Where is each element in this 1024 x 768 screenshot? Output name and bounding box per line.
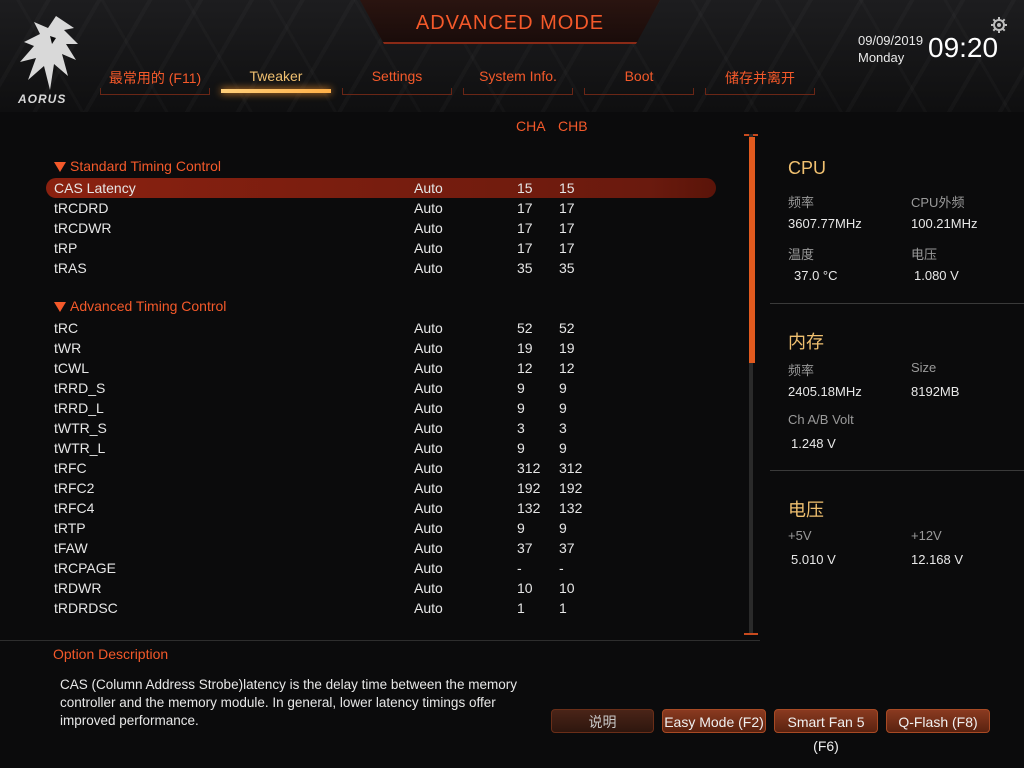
table-row[interactable]: tRRD_L Auto 9 9	[46, 398, 716, 418]
table-row[interactable]: tRFC2 Auto 192 192	[46, 478, 716, 498]
divider	[770, 303, 1024, 304]
table-row[interactable]: tCWL Auto 12 12	[46, 358, 716, 378]
cpu-temperature-label: 温度	[788, 247, 815, 262]
table-row[interactable]: tWTR_L Auto 9 9	[46, 438, 716, 458]
top-bar: ADVANCED MODE AORUS 09/09/2019 Monday 09…	[0, 0, 1024, 112]
memory-voltage-label: Ch A/B Volt	[788, 412, 854, 427]
easy-mode-button[interactable]: Easy Mode (F2)	[662, 709, 766, 733]
column-header-cha: CHA	[516, 118, 546, 134]
collapse-triangle-icon	[54, 162, 66, 172]
brand-logo-text: AORUS	[18, 92, 67, 106]
divider	[0, 640, 760, 641]
hardware-monitor-panel: CPU 频率 CPU外频 3607.77MHz 100.21MHz 温度 电压 …	[770, 130, 1024, 610]
option-description-text: CAS (Column Address Strobe)latency is th…	[60, 677, 517, 728]
memory-voltage-value: 1.248 V	[791, 436, 836, 451]
q-flash-button[interactable]: Q-Flash (F8)	[886, 709, 990, 733]
memory-size-label: Size	[911, 360, 937, 375]
voltage-5v-label: +5V	[788, 528, 812, 543]
memory-size-value: 8192MB	[911, 384, 960, 399]
tab-save-exit[interactable]: 储存并离开	[705, 66, 815, 98]
table-row[interactable]: tWTR_S Auto 3 3	[46, 418, 716, 438]
memory-heading: 内存	[788, 332, 824, 352]
option-description-title: Option Description	[53, 646, 169, 662]
cpu-bclk-label: CPU外频	[911, 195, 965, 210]
table-row[interactable]: tRC Auto 52 52	[46, 318, 716, 338]
table-row[interactable]: CAS Latency Auto 15 15	[46, 178, 716, 198]
help-button[interactable]: 说明	[551, 709, 654, 733]
voltage-12v-value: 12.168 V	[911, 552, 964, 567]
table-row[interactable]: tRTP Auto 9 9	[46, 518, 716, 538]
table-row[interactable]: tRP Auto 17 17	[46, 238, 716, 258]
clock-time: 09:20	[928, 32, 999, 63]
smart-fan-button[interactable]: Smart Fan 5 (F6)	[774, 709, 878, 754]
memory-frequency-label: 频率	[788, 363, 815, 378]
cpu-bclk-value: 100.21MHz	[911, 216, 978, 231]
voltage-12v-label: +12V	[911, 528, 942, 543]
table-row[interactable]: tRAS Auto 35 35	[46, 258, 716, 278]
table-row[interactable]: tRCDWR Auto 17 17	[46, 218, 716, 238]
table-row[interactable]: tRDWR Auto 10 10	[46, 578, 716, 598]
cpu-voltage-label: 电压	[911, 247, 938, 262]
table-row[interactable]: tFAW Auto 37 37	[46, 538, 716, 558]
table-row[interactable]: tRDRDSC Auto 1 1	[46, 598, 716, 618]
memory-frequency-value: 2405.18MHz	[788, 384, 862, 399]
group-standard-timing[interactable]: Standard Timing Control	[54, 158, 221, 178]
cpu-voltage-value: 1.080 V	[914, 268, 959, 283]
table-row[interactable]: tRCPAGE Auto - -	[46, 558, 716, 578]
table-row[interactable]: tRRD_S Auto 9 9	[46, 378, 716, 398]
weekday: Monday	[858, 50, 905, 65]
table-row[interactable]: tRCDRD Auto 17 17	[46, 198, 716, 218]
divider	[770, 470, 1024, 471]
cpu-temperature-value: 37.0 °C	[794, 268, 838, 283]
table-row[interactable]: tRFC4 Auto 132 132	[46, 498, 716, 518]
voltage-5v-value: 5.010 V	[791, 552, 836, 567]
scrollbar-thumb[interactable]	[749, 137, 755, 363]
column-header-chb: CHB	[558, 118, 588, 134]
tab-boot[interactable]: Boot	[584, 66, 694, 98]
date: 09/09/2019	[858, 33, 924, 48]
cpu-frequency-label: 频率	[788, 195, 815, 210]
group-advanced-timing[interactable]: Advanced Timing Control	[54, 298, 226, 318]
mode-title: ADVANCED MODE	[415, 12, 605, 34]
voltage-heading: 电压	[788, 500, 824, 520]
tab-settings[interactable]: Settings	[342, 66, 452, 98]
collapse-triangle-icon	[54, 302, 66, 312]
table-row[interactable]: tWR Auto 19 19	[46, 338, 716, 358]
scrollbar-bottom-cap	[744, 633, 758, 635]
tab-favorites[interactable]: 最常用的 (F11)	[100, 66, 210, 98]
table-row[interactable]: tRFC Auto 312 312	[46, 458, 716, 478]
gear-icon[interactable]	[990, 16, 1008, 34]
cpu-frequency-value: 3607.77MHz	[788, 216, 862, 231]
cpu-heading: CPU	[788, 158, 827, 178]
tab-system-info[interactable]: System Info.	[463, 66, 573, 98]
tab-tweaker[interactable]: Tweaker	[221, 66, 331, 98]
